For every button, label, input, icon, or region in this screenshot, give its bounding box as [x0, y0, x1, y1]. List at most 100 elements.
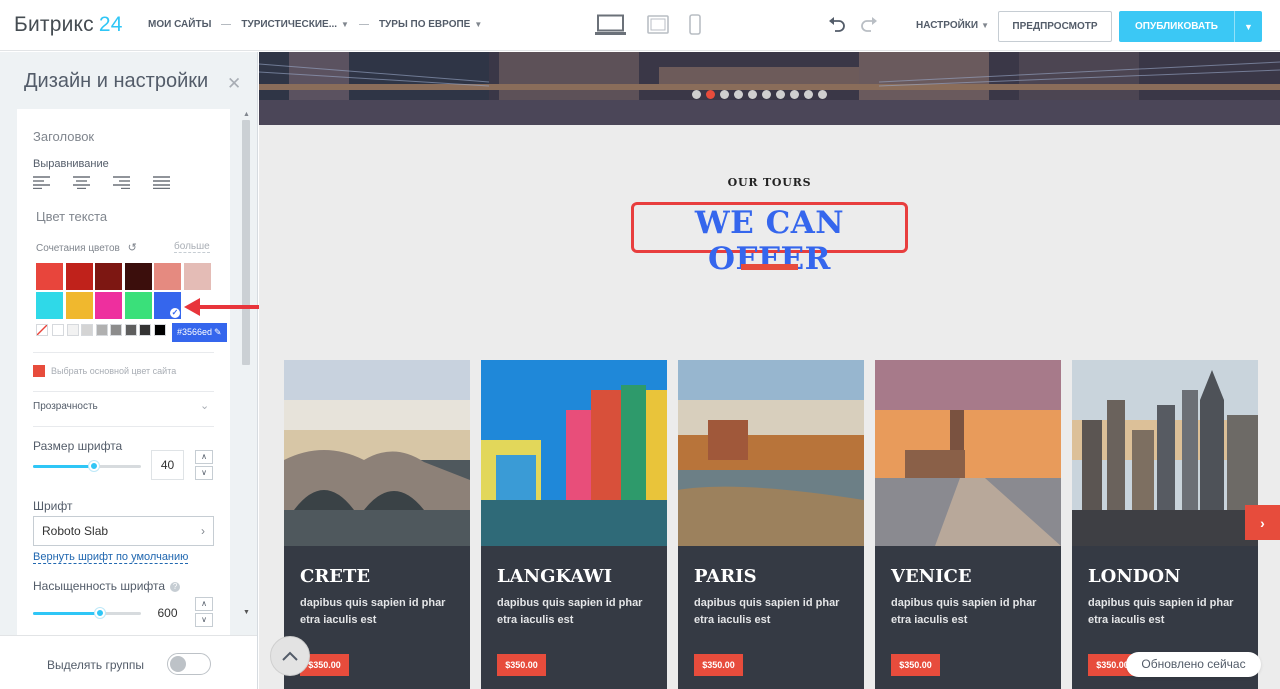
page-preview: OUR TOURS WE CAN OFFER CRETE dapibus qui… — [259, 52, 1280, 689]
tour-price-button[interactable]: $350.00 — [497, 654, 546, 676]
gray-swatch[interactable] — [110, 324, 122, 336]
scroll-up-icon[interactable]: ▲ — [243, 111, 250, 118]
slider-dot[interactable] — [748, 90, 757, 99]
selected-check-icon: ✓ — [170, 308, 180, 318]
tour-card[interactable]: LONDON dapibus quis sapien id phar etra … — [1072, 360, 1258, 689]
color-swatch[interactable] — [95, 292, 122, 319]
toggle-knob — [170, 656, 186, 672]
color-swatch[interactable] — [124, 263, 152, 290]
increase-chevron-icon[interactable]: ∧ — [195, 450, 213, 464]
divider — [33, 391, 214, 392]
reset-font-link[interactable]: Вернуть шрифт по умолчанию — [33, 551, 189, 564]
redo-icon[interactable] — [859, 15, 879, 41]
align-center-icon[interactable] — [73, 176, 90, 189]
font-weight-input[interactable]: 600 — [151, 598, 184, 628]
tour-name: PARIS — [694, 566, 757, 587]
color-swatch[interactable] — [183, 263, 211, 290]
gray-swatch[interactable] — [66, 324, 79, 336]
tour-price-button[interactable]: $350.00 — [694, 654, 743, 676]
color-swatch[interactable] — [154, 263, 181, 290]
settings-menu[interactable]: НАСТРОЙКИ ▼ — [916, 20, 989, 31]
gray-swatch[interactable] — [139, 324, 151, 336]
slider-fill — [33, 612, 102, 615]
color-swatch[interactable]: ✓ — [154, 292, 181, 319]
publish-dropdown-chevron-icon[interactable]: ▼ — [1234, 11, 1262, 42]
slider-dot[interactable] — [818, 90, 827, 99]
decrease-chevron-icon[interactable]: ∨ — [195, 466, 213, 480]
tour-name: LONDON — [1088, 566, 1181, 587]
site-main-color-option[interactable]: Выбрать основной цвет сайта — [33, 365, 176, 377]
tour-card[interactable]: LANGKAWI dapibus quis sapien id phar etr… — [481, 360, 667, 689]
carousel-next-chevron-icon[interactable]: › — [1245, 505, 1280, 540]
slider-dot[interactable] — [720, 90, 729, 99]
slider-dot[interactable] — [804, 90, 813, 99]
slider-dot[interactable] — [734, 90, 743, 99]
mobile-icon[interactable] — [689, 14, 701, 35]
reset-icon[interactable]: ↺ — [128, 242, 137, 254]
gray-swatch[interactable] — [95, 324, 108, 336]
slider-handle[interactable] — [88, 461, 99, 471]
slider-dot[interactable] — [762, 90, 771, 99]
tour-name: LANGKAWI — [497, 566, 613, 587]
tablet-icon[interactable] — [647, 15, 669, 34]
color-swatch[interactable] — [36, 263, 63, 290]
align-right-icon[interactable] — [113, 176, 130, 189]
gray-swatch[interactable] — [153, 324, 166, 336]
tour-card[interactable]: VENICE dapibus quis sapien id phar etra … — [875, 360, 1061, 689]
increase-chevron-icon[interactable]: ∧ — [195, 597, 213, 611]
section-title: Заголовок — [33, 129, 95, 144]
help-icon[interactable]: ? — [170, 582, 181, 592]
gray-swatch[interactable] — [124, 324, 137, 336]
font-label: Шрифт — [33, 499, 73, 513]
color-swatch[interactable] — [36, 292, 63, 319]
slider-dot[interactable] — [790, 90, 799, 99]
publish-button[interactable]: ОПУБЛИКОВАТЬ ▼ — [1119, 11, 1262, 42]
breadcrumb-my-sites[interactable]: МОИ САЙТЫ — [148, 19, 211, 30]
opacity-label: Прозрачность — [33, 401, 98, 412]
top-toolbar: Битрикс 24 МОИ САЙТЫ ТУРИСТИЧЕСКИЕ... ▼ ТУ… — [0, 0, 1280, 51]
desktop-icon[interactable] — [595, 14, 626, 36]
breadcrumb-site[interactable]: ТУРИСТИЧЕСКИЕ... ▼ — [241, 19, 349, 30]
slider-dot[interactable] — [692, 90, 701, 99]
align-left-icon[interactable] — [33, 176, 50, 189]
no-color-swatch[interactable] — [36, 324, 48, 336]
slider-handle[interactable] — [95, 608, 106, 618]
slider-dot[interactable] — [776, 90, 785, 99]
color-swatch[interactable] — [95, 263, 122, 290]
undo-icon[interactable] — [827, 15, 847, 41]
preview-button[interactable]: ПРЕДПРОСМОТР — [998, 11, 1112, 42]
pencil-icon: ✎ — [214, 327, 222, 337]
tour-name: CRETE — [300, 566, 371, 587]
scroll-down-icon[interactable]: ▼ — [243, 609, 250, 616]
breadcrumb-page[interactable]: ТУРЫ ПО ЕВРОПЕ ▼ — [379, 19, 482, 30]
chevron-down-icon[interactable]: ⌄ — [200, 399, 209, 412]
tour-card[interactable]: PARIS dapibus quis sapien id phar etra i… — [678, 360, 864, 689]
font-select[interactable]: Roboto Slab › — [33, 516, 214, 546]
font-size-input[interactable]: 40 — [151, 450, 184, 480]
gray-swatch[interactable] — [81, 324, 93, 336]
close-icon[interactable]: ✕ — [227, 74, 241, 94]
scroll-to-top-button[interactable] — [270, 636, 310, 676]
bitrix24-logo[interactable]: Битрикс 24 — [14, 13, 123, 37]
site-color-swatch — [33, 365, 45, 377]
divider — [33, 426, 214, 427]
slider-dot[interactable] — [706, 90, 715, 99]
hex-color-value[interactable]: #3566ed ✎ — [172, 323, 227, 342]
highlight-groups-toggle[interactable] — [167, 653, 211, 675]
gray-swatch[interactable] — [52, 324, 64, 336]
align-justify-icon[interactable] — [153, 176, 170, 189]
tour-description: dapibus quis sapien id phar etra iaculis… — [891, 597, 1037, 626]
decrease-chevron-icon[interactable]: ∨ — [195, 613, 213, 627]
panel-scrollbar[interactable] — [242, 120, 250, 365]
more-colors-link[interactable]: больше — [174, 241, 210, 253]
font-weight-slider[interactable] — [33, 608, 141, 618]
tour-card[interactable]: CRETE dapibus quis sapien id phar etra i… — [284, 360, 470, 689]
color-swatch[interactable] — [65, 292, 93, 319]
tower-bridge-image — [259, 52, 1280, 125]
tour-price-button[interactable]: $350.00 — [891, 654, 940, 676]
panel-footer: Выделять группы — [0, 635, 257, 689]
font-size-slider[interactable] — [33, 461, 141, 471]
color-swatch[interactable] — [65, 263, 93, 290]
tour-name: VENICE — [891, 566, 972, 587]
color-swatch[interactable] — [124, 292, 152, 319]
